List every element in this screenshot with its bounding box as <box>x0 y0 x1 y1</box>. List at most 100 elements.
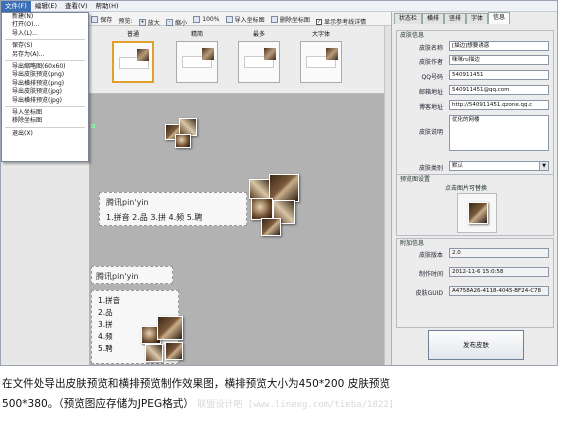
horizontal-preview[interactable]: 腾讯pin'yin 1.拼音 2.品 3.拼 4.频 5.聘 <box>99 192 247 226</box>
tab-font[interactable]: 字体 <box>466 13 488 24</box>
thumb-image <box>300 41 342 83</box>
thumb-label: 普通 <box>126 31 139 38</box>
file-menu-item[interactable]: 保存(S) <box>2 42 88 50</box>
candidate-item: 5.聘 <box>98 344 113 353</box>
group-title: 皮肤信息 <box>400 32 425 39</box>
tab-statusbar[interactable]: 状态栏 <box>394 13 422 24</box>
thumb-image <box>176 41 218 83</box>
preview-thumbnail-strip: 普通 精简 最多 大字体 <box>89 26 391 94</box>
chevron-down-icon[interactable]: ▼ <box>539 162 548 170</box>
import-icon <box>225 15 233 23</box>
file-menu-item[interactable]: 打开(O)... <box>2 21 88 29</box>
thumb-max[interactable]: 最多 <box>235 29 283 89</box>
thumb-large-font[interactable]: 大字体 <box>297 29 345 89</box>
preview-label: 预览: <box>118 17 133 25</box>
version-field[interactable]: 2.0 <box>449 248 549 258</box>
zoom-100-button[interactable]: 100% <box>191 13 221 25</box>
zoom-out-icon: - <box>166 18 173 26</box>
properties-panel: 状态栏 横排 竖排 字体 信息 皮肤信息 皮肤名称 [描边]想要诱惑 皮肤作者 … <box>391 12 557 365</box>
zoom-in-icon: + <box>138 18 146 26</box>
import-coord-label: 导入坐标图 <box>234 16 265 24</box>
show-ref-label: 显示参考线详情 <box>324 19 367 26</box>
caption: 在文件处导出皮肤预览和横排预览制作效果图，横排预览大小为450*200 皮肤预览… <box>2 374 562 415</box>
field-label: 制作时间 <box>418 271 443 278</box>
replace-hint: 点击图片可替换 <box>445 185 488 192</box>
category-value: 默认 <box>452 163 464 169</box>
skin-photo <box>251 198 273 220</box>
file-menu-item[interactable]: 移除坐标图 <box>2 117 88 125</box>
skin-photo <box>261 218 281 236</box>
field-label: 邮箱地址 <box>418 89 443 96</box>
candidate-list: 1.拼音 2.品 3.拼 4.频 5.聘 <box>106 213 203 222</box>
vertical-preview-input[interactable]: 腾讯pin'yin <box>91 266 173 284</box>
delete-icon <box>270 15 278 23</box>
description-textarea[interactable]: 优化的网楼 <box>449 115 549 151</box>
field-label: 皮肤名称 <box>418 45 443 52</box>
caption-line-1: 在文件处导出皮肤预览和横排预览制作效果图，横排预览大小为450*200 皮肤预览 <box>2 378 391 390</box>
preview-settings-group: 预览图设置 点击图片可替换 <box>396 174 554 236</box>
composition-text: 腾讯pin'yin <box>96 272 139 281</box>
menu-file[interactable]: 文件(F) <box>1 1 31 12</box>
group-title: 预览图设置 <box>400 176 431 183</box>
menu-edit[interactable]: 编辑(E) <box>31 1 61 12</box>
skin-photo <box>175 134 191 148</box>
thumb-normal[interactable]: 普通 <box>109 29 157 89</box>
thumb-image <box>238 41 280 83</box>
field-label: 皮肤版本 <box>418 252 443 259</box>
created-time-field[interactable]: 2012-11-6 15:0:58 <box>449 267 549 277</box>
file-menu-dropdown: 新建(N) 打开(O)... 导入(L)... 保存(S) 另存为(A)... 导出缩略图… <box>1 12 89 162</box>
menu-view[interactable]: 查看(V) <box>61 1 92 12</box>
import-coord-button[interactable]: 导入坐标图 <box>224 13 267 25</box>
skin-photo <box>269 174 299 202</box>
file-menu-item[interactable]: 导出横排预览(png) <box>2 80 88 88</box>
file-menu-item[interactable]: 另存为(A)... <box>2 51 88 59</box>
tab-info[interactable]: 信息 <box>488 12 510 24</box>
candidate-item: 1.拼音 <box>98 296 121 305</box>
save-button[interactable]: 保存 <box>89 13 114 25</box>
candidate-item: 4.频 <box>98 332 113 341</box>
field-label: 皮肤说明 <box>418 129 443 136</box>
field-label: 皮肤类别 <box>418 165 443 172</box>
preview-image-button[interactable] <box>457 193 497 233</box>
group-title: 附加信息 <box>400 240 425 247</box>
caption-line-2: 500*380。（预览图应存储为JPEG格式） <box>2 398 194 410</box>
thumb-compact[interactable]: 精简 <box>173 29 221 89</box>
skin-photo <box>468 202 488 224</box>
candidate-item: 2.品 <box>98 308 113 317</box>
preview-canvas[interactable]: 腾讯pin'yin 1.拼音 2.品 3.拼 4.频 5.聘 腾讯pin'yin… <box>89 94 391 365</box>
extra-info-group: 附加信息 皮肤版本 2.0 制作时间 2012-11-6 15:0:58 皮肤G… <box>396 238 554 328</box>
skin-photo <box>157 316 183 340</box>
skin-author-field[interactable]: 咪咪ru描边 <box>449 55 549 65</box>
file-menu-item[interactable]: 导出皮肤预览(png) <box>2 71 88 79</box>
thumb-label: 大字体 <box>311 31 330 38</box>
watermark: 联盟设计吧 [www.lineeg.com/tieba/1822] <box>197 400 395 410</box>
skin-name-field[interactable]: [描边]想要诱惑 <box>449 41 549 51</box>
zoom-reset-icon <box>193 15 201 23</box>
save-label: 保存 <box>100 16 113 24</box>
menu-help[interactable]: 帮助(H) <box>92 1 123 12</box>
save-icon <box>91 15 99 23</box>
remove-coord-label: 删除坐标图 <box>279 16 310 24</box>
blog-url-field[interactable]: http://540911451.qzone.qq.c <box>449 100 549 110</box>
canvas-scrollbar[interactable] <box>384 26 391 365</box>
file-menu-item[interactable]: 导入(L)... <box>2 30 88 38</box>
remove-coord-button[interactable]: 删除坐标图 <box>269 13 312 25</box>
zoom-100-label: 100% <box>202 15 220 23</box>
category-select[interactable]: 默认 ▼ <box>449 161 549 171</box>
guid-field[interactable]: A4758A26-4118-4045-BF24-C78 <box>449 286 549 296</box>
file-menu-item[interactable]: 导出横排预览(jpg) <box>2 97 88 105</box>
file-menu-item[interactable]: 退出(X) <box>2 130 88 138</box>
candidate-item: 3.拼 <box>98 320 113 329</box>
email-field[interactable]: 540911451@qq.com <box>449 85 549 95</box>
menu-bar: 文件(F) 编辑(E) 查看(V) 帮助(H) <box>1 1 557 12</box>
file-menu-item[interactable]: 导出皮肤预览(jpg) <box>2 88 88 96</box>
tab-vertical[interactable]: 竖排 <box>444 13 466 24</box>
field-label: 博客地址 <box>418 104 443 111</box>
tab-horizontal[interactable]: 横排 <box>422 13 444 24</box>
field-label: QQ号码 <box>421 74 443 81</box>
publish-skin-button[interactable]: 发布皮肤 <box>428 330 524 360</box>
checkbox-checked-icon: ✓ <box>316 18 323 25</box>
qq-field[interactable]: 540911451 <box>449 70 549 80</box>
thumb-image <box>112 41 154 83</box>
skin-photo <box>249 179 271 199</box>
